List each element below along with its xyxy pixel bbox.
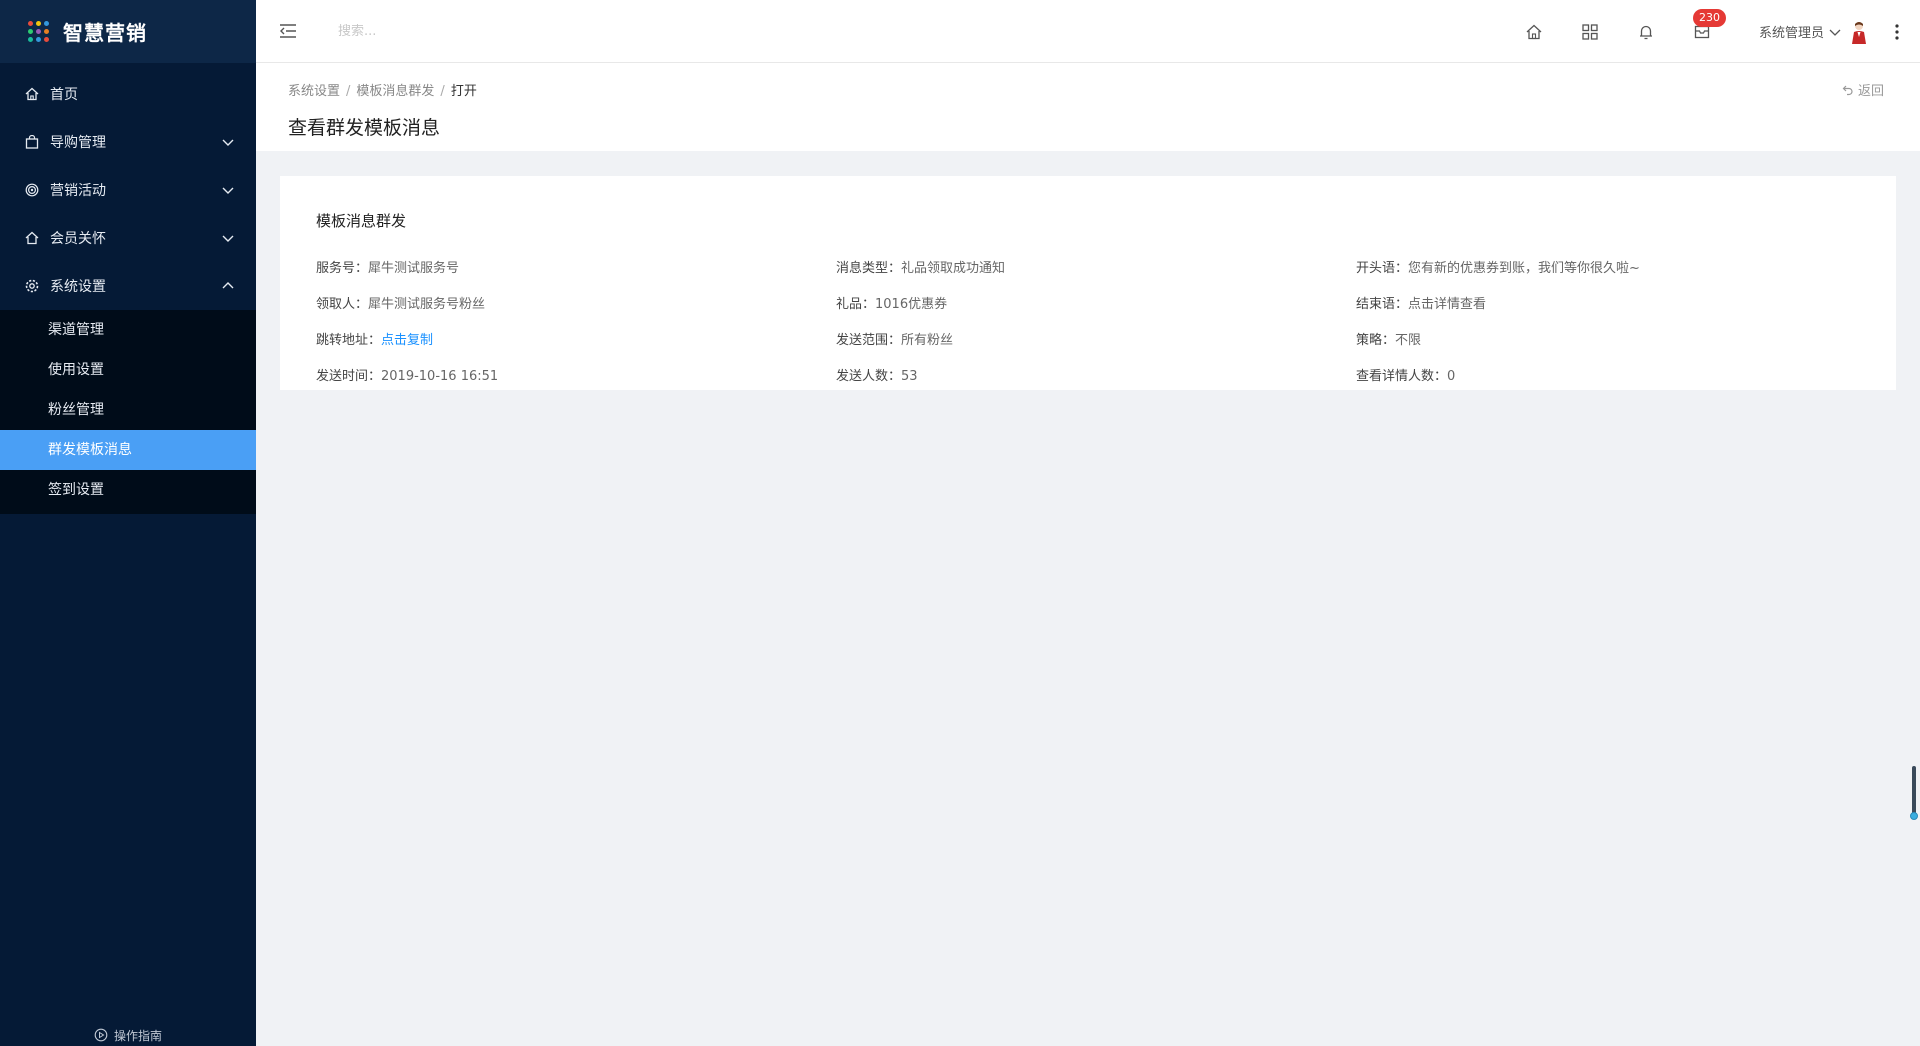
breadcrumb-separator: / [346, 84, 351, 99]
sidebar-item-member-care[interactable]: 会员关怀 [0, 214, 256, 262]
more-vertical-icon[interactable] [1894, 23, 1900, 41]
chevron-down-icon [222, 139, 234, 146]
breadcrumb-item[interactable]: 模板消息群发 [356, 84, 434, 99]
home-icon [24, 86, 40, 102]
breadcrumb-item[interactable]: 系统设置 [288, 84, 340, 99]
detail-field-redirect-url: 跳转地址：点击复制 [316, 332, 434, 348]
detail-field-recipient: 领取人：犀牛测试服务号粉丝 [316, 296, 486, 312]
detail-field-closing: 结束语：点击详情查看 [1356, 296, 1487, 312]
sidebar-item-label: 导购管理 [50, 135, 106, 151]
sidebar-item-system-settings[interactable]: 系统设置 [0, 262, 256, 310]
logo-dot [36, 29, 41, 34]
operation-guide-link[interactable]: 操作指南 [0, 1024, 256, 1046]
logo-dot [44, 21, 49, 26]
user-name[interactable]: 系统管理员 [1759, 22, 1824, 41]
detail-field-message-type: 消息类型：礼品领取成功通知 [836, 260, 1006, 276]
back-button[interactable]: 返回 [1842, 80, 1884, 99]
house-heart-icon [24, 230, 40, 246]
sidebar-item-home[interactable]: 首页 [0, 70, 256, 118]
sidebar-menu: 首页 导购管理 营销活动 会员关怀 系统设置 [0, 70, 256, 310]
logo-bar: 智慧营销 [0, 0, 256, 63]
detail-row: 服务号：犀牛测试服务号 消息类型：礼品领取成功通知 开头语：您有新的优惠券到账，… [316, 248, 1876, 284]
scrollbar-handle[interactable] [1910, 812, 1918, 820]
detail-grid: 服务号：犀牛测试服务号 消息类型：礼品领取成功通知 开头语：您有新的优惠券到账，… [316, 248, 1876, 392]
detail-card: 模板消息群发 服务号：犀牛测试服务号 消息类型：礼品领取成功通知 开头语：您有新… [280, 176, 1896, 390]
logo-dot [44, 29, 49, 34]
detail-field-service-account: 服务号：犀牛测试服务号 [316, 260, 460, 276]
breadcrumb-separator: / [440, 84, 445, 99]
system-settings-submenu: 渠道管理 使用设置 粉丝管理 群发模板消息 签到设置 [0, 310, 256, 514]
sidebar-subitem-checkin-settings[interactable]: 签到设置 [0, 470, 256, 510]
guide-label: 操作指南 [113, 1028, 162, 1043]
sidebar-subitem-mass-template-message[interactable]: 群发模板消息 [0, 430, 256, 470]
detail-field-send-count: 发送人数：53 [836, 368, 918, 384]
sidebar-item-label: 首页 [50, 87, 78, 103]
bag-icon [24, 134, 40, 150]
detail-field-send-time: 发送时间：2019-10-16 16:51 [316, 368, 499, 384]
breadcrumb: 系统设置 / 模板消息群发 / 打开 [288, 80, 477, 99]
detail-field-opening: 开头语：您有新的优惠券到账，我们等你很久啦~ [1356, 260, 1640, 276]
chevron-down-icon[interactable] [1828, 25, 1842, 39]
header-actions: 230 系统管理员 [1525, 0, 1920, 63]
detail-field-strategy: 策略：不限 [1356, 332, 1422, 348]
notification-badge: 230 [1692, 8, 1726, 27]
detail-row: 领取人：犀牛测试服务号粉丝 礼品：1016优惠券 结束语：点击详情查看 [316, 284, 1876, 320]
chevron-down-icon [222, 187, 234, 194]
top-header: 230 系统管理员 [256, 0, 1920, 63]
app-title: 智慧营销 [63, 21, 147, 45]
apps-icon[interactable] [1581, 23, 1599, 41]
search-input[interactable] [338, 23, 638, 39]
return-icon [1842, 85, 1853, 95]
detail-row: 发送时间：2019-10-16 16:51 发送人数：53 查看详情人数：0 [316, 356, 1876, 392]
logo-dot [28, 29, 33, 34]
sidebar-subitem-fan-management[interactable]: 粉丝管理 [0, 390, 256, 430]
logo-dot [28, 37, 33, 42]
home-icon[interactable] [1525, 23, 1543, 41]
logo-dot [28, 21, 33, 26]
sidebar-subitem-usage-settings[interactable]: 使用设置 [0, 350, 256, 390]
sidebar-item-label: 营销活动 [50, 183, 106, 199]
sidebar: 智慧营销 首页 导购管理 营销活动 会员关怀 系统设置 渠道管理 使用设置 粉丝… [0, 0, 256, 1046]
logo-dot [44, 37, 49, 42]
logo-dot [36, 21, 41, 26]
scrollbar-thumb[interactable] [1912, 766, 1916, 818]
sidebar-subitem-channel-management[interactable]: 渠道管理 [0, 310, 256, 350]
sidebar-item-guide-management[interactable]: 导购管理 [0, 118, 256, 166]
chevron-down-icon [222, 235, 234, 242]
apps-grid-icon[interactable] [28, 21, 49, 42]
logo-dot [36, 37, 41, 42]
detail-row: 跳转地址：点击复制 发送范围：所有粉丝 策略：不限 [316, 320, 1876, 356]
page-header: 系统设置 / 模板消息群发 / 打开 查看群发模板消息 返回 [256, 63, 1920, 151]
back-label: 返回 [1857, 84, 1884, 99]
card-title: 模板消息群发 [316, 212, 407, 230]
sidebar-item-marketing[interactable]: 营销活动 [0, 166, 256, 214]
detail-field-gift: 礼品：1016优惠券 [836, 296, 948, 312]
message-box-button[interactable]: 230 [1692, 8, 1726, 41]
detail-field-view-count: 查看详情人数：0 [1356, 368, 1456, 384]
avatar[interactable] [1850, 20, 1868, 44]
gear-icon [24, 278, 40, 294]
bell-icon[interactable] [1637, 23, 1655, 41]
chevron-up-icon [222, 282, 234, 289]
breadcrumb-current: 打开 [450, 84, 477, 99]
target-icon [24, 182, 40, 198]
copy-link[interactable]: 点击复制 [381, 333, 433, 348]
guide-icon [94, 1028, 108, 1042]
sidebar-item-label: 系统设置 [50, 279, 106, 295]
detail-field-send-scope: 发送范围：所有粉丝 [836, 332, 954, 348]
sidebar-item-label: 会员关怀 [50, 231, 106, 247]
menu-collapse-icon[interactable] [278, 21, 298, 41]
page-title: 查看群发模板消息 [288, 117, 441, 139]
